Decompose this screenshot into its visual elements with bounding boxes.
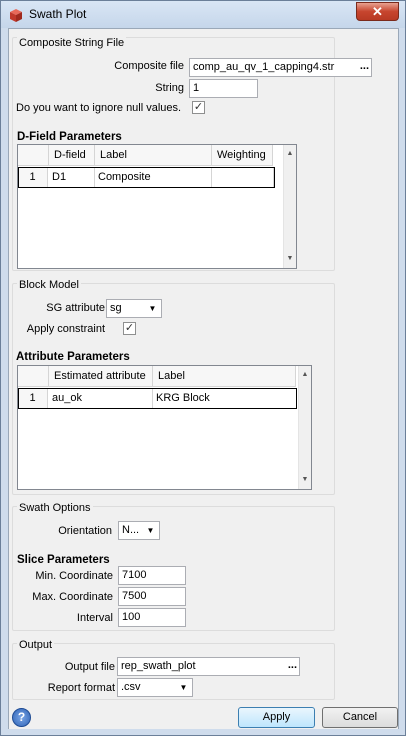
interval-value: 100 bbox=[122, 611, 141, 623]
composite-group-title: Composite String File bbox=[17, 37, 127, 49]
apply-button[interactable]: Apply bbox=[238, 707, 315, 728]
min-coordinate-input[interactable]: 7100 bbox=[118, 566, 186, 585]
slice-parameters-title: Slice Parameters bbox=[17, 554, 110, 566]
dfield-parameters-title: D-Field Parameters bbox=[17, 131, 122, 143]
weighting-cell[interactable] bbox=[212, 167, 274, 188]
max-coordinate-value: 7500 bbox=[122, 590, 147, 602]
min-coordinate-value: 7100 bbox=[122, 569, 147, 581]
check-icon: ✓ bbox=[193, 101, 204, 113]
output-file-field[interactable]: rep_swath_plot ... bbox=[117, 657, 300, 676]
ignore-null-label: Do you want to ignore null values. bbox=[16, 102, 182, 114]
string-label: String bbox=[155, 82, 184, 94]
row-number: 1 bbox=[18, 388, 48, 409]
help-icon: ? bbox=[17, 710, 26, 724]
swath-options-group: Swath Options Orientation N... ▼ Slice P… bbox=[12, 502, 335, 631]
max-coordinate-label: Max. Coordinate bbox=[32, 591, 113, 603]
composite-file-field[interactable]: comp_au_qv_1_capping4.str ... bbox=[189, 58, 372, 77]
scroll-up-icon[interactable]: ▲ bbox=[284, 148, 296, 160]
dfield-cell[interactable]: D1 bbox=[49, 167, 95, 188]
chevron-down-icon: ▼ bbox=[146, 526, 155, 535]
sg-attribute-label: SG attribute bbox=[46, 302, 105, 314]
attribute-table: Estimated attribute Label 1 au_ok KRG Bl… bbox=[17, 365, 312, 490]
attribute-col-label[interactable]: Label bbox=[153, 366, 296, 387]
dfield-col-weighting[interactable]: Weighting bbox=[212, 145, 273, 166]
report-format-label: Report format bbox=[47, 682, 115, 694]
swath-options-group-title: Swath Options bbox=[17, 502, 93, 514]
scroll-down-icon[interactable]: ▼ bbox=[299, 474, 311, 486]
dialog-footer: ? Apply Cancel bbox=[9, 702, 398, 729]
attribute-corner-header bbox=[18, 366, 49, 387]
window-title: Swath Plot bbox=[29, 7, 87, 21]
composite-file-value: comp_au_qv_1_capping4.str bbox=[193, 61, 335, 73]
block-model-group-title: Block Model bbox=[17, 279, 81, 291]
dfield-col-label[interactable]: Label bbox=[95, 145, 212, 166]
output-group: Output Output file rep_swath_plot ... Re… bbox=[12, 639, 335, 700]
label-cell[interactable]: Composite bbox=[95, 167, 212, 188]
sg-attribute-select[interactable]: sg ▼ bbox=[106, 299, 162, 318]
close-button[interactable]: ✕ bbox=[356, 2, 399, 21]
orientation-value: N... bbox=[122, 524, 140, 536]
cancel-button[interactable]: Cancel bbox=[322, 707, 398, 728]
attribute-col-estimated[interactable]: Estimated attribute bbox=[49, 366, 153, 387]
output-file-label: Output file bbox=[64, 661, 115, 673]
dfield-table: D-field Label Weighting 1 D1 Composite ▲… bbox=[17, 144, 297, 269]
table-row[interactable]: 1 D1 Composite bbox=[18, 167, 284, 188]
string-input[interactable]: 1 bbox=[189, 79, 258, 98]
interval-label: Interval bbox=[76, 612, 113, 624]
orientation-label: Orientation bbox=[58, 525, 112, 537]
interval-input[interactable]: 100 bbox=[118, 608, 186, 627]
chevron-down-icon: ▼ bbox=[148, 304, 157, 313]
report-format-select[interactable]: .csv ▼ bbox=[117, 678, 193, 697]
orientation-select[interactable]: N... ▼ bbox=[118, 521, 160, 540]
swath-plot-window: Swath Plot ✕ Composite String File Compo… bbox=[0, 0, 406, 736]
apply-constraint-label: Apply constraint bbox=[26, 323, 105, 335]
attribute-parameters-title: Attribute Parameters bbox=[16, 351, 130, 363]
attribute-scrollbar[interactable]: ▲ ▼ bbox=[298, 366, 311, 489]
output-group-title: Output bbox=[17, 639, 55, 651]
dfield-corner-header bbox=[18, 145, 49, 166]
output-browse-button[interactable]: ... bbox=[288, 659, 297, 671]
dfield-col-dfield[interactable]: D-field bbox=[49, 145, 95, 166]
app-icon bbox=[10, 9, 22, 22]
sg-attribute-value: sg bbox=[110, 302, 122, 314]
label-cell[interactable]: KRG Block bbox=[153, 388, 297, 409]
composite-group: Composite String File Composite file com… bbox=[12, 37, 372, 271]
help-button[interactable]: ? bbox=[12, 708, 31, 727]
close-icon: ✕ bbox=[372, 4, 383, 19]
apply-constraint-checkbox[interactable]: ✓ bbox=[123, 322, 136, 335]
dfield-scrollbar[interactable]: ▲ ▼ bbox=[283, 145, 296, 268]
output-file-value: rep_swath_plot bbox=[121, 660, 196, 672]
scroll-down-icon[interactable]: ▼ bbox=[284, 253, 296, 265]
chevron-down-icon: ▼ bbox=[179, 683, 188, 692]
scroll-up-icon[interactable]: ▲ bbox=[299, 369, 311, 381]
table-row[interactable]: 1 au_ok KRG Block bbox=[18, 388, 298, 409]
composite-file-label: Composite file bbox=[114, 60, 184, 72]
estimated-attribute-cell[interactable]: au_ok bbox=[49, 388, 153, 409]
block-model-group: Block Model SG attribute sg ▼ Apply cons… bbox=[12, 279, 335, 495]
string-value: 1 bbox=[193, 82, 200, 94]
ignore-null-checkbox[interactable]: ✓ bbox=[192, 101, 205, 114]
report-format-value: .csv bbox=[121, 681, 141, 693]
composite-browse-button[interactable]: ... bbox=[360, 60, 369, 72]
min-coordinate-label: Min. Coordinate bbox=[35, 570, 113, 582]
max-coordinate-input[interactable]: 7500 bbox=[118, 587, 186, 606]
row-number: 1 bbox=[18, 167, 48, 188]
check-icon: ✓ bbox=[124, 322, 135, 334]
dialog-body: Composite String File Composite file com… bbox=[8, 28, 399, 729]
title-bar: Swath Plot ✕ bbox=[1, 1, 405, 28]
